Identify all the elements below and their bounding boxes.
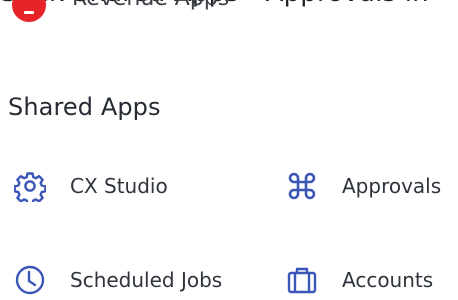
app-tile-approvals[interactable]: Approvals [284,168,441,204]
app-tile-label: Accounts [342,268,434,292]
app-tile-label: Approvals [342,174,442,198]
gear-icon [12,168,48,204]
revenue-apps-label: Revenue Apps [72,0,229,11]
clock-icon [12,262,48,298]
command-key-icon [284,168,320,204]
app-tile-accounts[interactable]: Accounts [284,262,433,298]
app-tile-label: Scheduled Jobs [70,268,223,292]
app-launcher-panel: Stick Shared Apps - Approvals in Revenue… [0,0,458,300]
shared-apps-heading: Shared Apps [8,93,161,121]
revenue-apps-icon [12,0,46,22]
briefcase-icon [284,262,320,298]
app-tile-label: CX Studio [70,174,168,198]
app-tile-scheduled-jobs[interactable]: Scheduled Jobs [12,262,222,298]
revenue-apps-item[interactable]: Revenue Apps [12,0,229,40]
app-tile-cx-studio[interactable]: CX Studio [12,168,168,204]
